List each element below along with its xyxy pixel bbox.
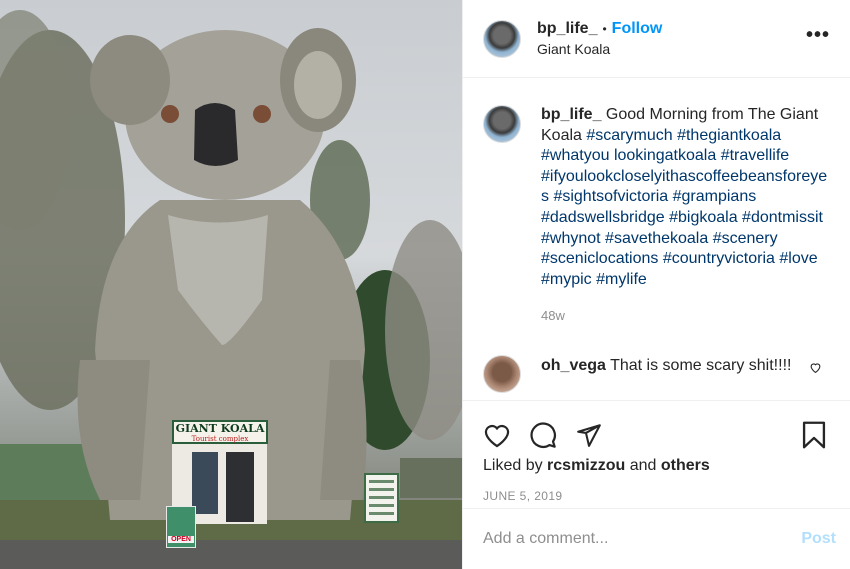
hashtag-link[interactable]: #savethekoala bbox=[605, 230, 708, 247]
hashtag-link[interactable]: #whatyou bbox=[541, 147, 610, 164]
action-icons bbox=[463, 401, 850, 457]
comment-like-icon[interactable] bbox=[809, 361, 822, 379]
open-sign-label: OPEN bbox=[168, 536, 194, 543]
hashtag-link[interactable]: #scarymuch bbox=[586, 127, 672, 144]
bookmark-icon[interactable] bbox=[802, 421, 826, 449]
comment-bubble-icon[interactable] bbox=[529, 421, 557, 449]
comment-body: oh_vega That is some scary shit!!!! bbox=[541, 357, 791, 375]
post-actions: Liked by rcsmizzou and others JUNE 5, 20… bbox=[463, 400, 850, 569]
comments-section: bp_life_ Good Morning from The Giant Koa… bbox=[463, 79, 850, 399]
commenter-avatar[interactable] bbox=[483, 354, 521, 393]
info-board bbox=[364, 473, 399, 523]
caption: bp_life_ Good Morning from The Giant Koa… bbox=[463, 79, 850, 327]
hashtag-link[interactable]: #love bbox=[779, 250, 817, 267]
hashtag-link[interactable]: #sceniclocations bbox=[541, 250, 658, 267]
caption-body: bp_life_ Good Morning from The Giant Koa… bbox=[541, 105, 830, 327]
hashtag-link[interactable]: #grampians bbox=[673, 188, 757, 205]
post-date[interactable]: JUNE 5, 2019 bbox=[463, 475, 850, 503]
liked-by-joiner: and bbox=[629, 457, 657, 474]
hashtag-link[interactable]: #bigkoala bbox=[669, 209, 738, 226]
author-username[interactable]: bp_life_ bbox=[537, 20, 597, 38]
open-sign: OPEN bbox=[166, 506, 196, 548]
caption-hashtags: #scarymuch #thegiantkoala #whatyou looki… bbox=[541, 127, 827, 288]
caption-avatar[interactable] bbox=[483, 105, 521, 143]
post-photo[interactable]: GIANT KOALA Tourist complex OPEN bbox=[0, 0, 462, 569]
giant-koala-sign: GIANT KOALA Tourist complex bbox=[172, 420, 268, 444]
caption-username[interactable]: bp_life_ bbox=[541, 106, 601, 123]
share-paper-plane-icon[interactable] bbox=[575, 422, 603, 448]
post-age[interactable]: 48w bbox=[541, 306, 830, 327]
post-header: bp_life_ • Follow Giant Koala ••• bbox=[463, 0, 850, 78]
sign-title: GIANT KOALA bbox=[175, 422, 265, 435]
hashtag-link[interactable]: #mypic bbox=[541, 271, 592, 288]
liked-by-others[interactable]: others bbox=[661, 457, 710, 474]
comment-text: That is some scary shit!!!! bbox=[610, 356, 792, 374]
hashtag-link[interactable]: #sightsofvictoria bbox=[553, 188, 668, 205]
hashtag-link[interactable]: #mylife bbox=[596, 271, 647, 288]
hashtag-link[interactable]: #travellife bbox=[721, 147, 789, 164]
hashtag-link[interactable]: #scenery bbox=[713, 230, 778, 247]
hashtag-link[interactable]: #thegiantkoala bbox=[677, 127, 781, 144]
post-sidebar: bp_life_ • Follow Giant Koala ••• bp_lif… bbox=[462, 0, 850, 569]
add-comment-input[interactable] bbox=[483, 530, 802, 548]
separator-dot: • bbox=[602, 22, 607, 36]
add-comment-bar: Post bbox=[463, 508, 850, 569]
comment-item: oh_vega That is some scary shit!!!! bbox=[463, 327, 850, 393]
hashtag-link[interactable]: #countryvictoria bbox=[663, 250, 775, 267]
likes-summary: Liked by rcsmizzou and others bbox=[463, 457, 850, 475]
hashtag-link[interactable]: #dontmissit bbox=[742, 209, 823, 226]
hashtag-link[interactable]: #dadswellsbridge bbox=[541, 209, 665, 226]
more-options-icon[interactable]: ••• bbox=[806, 24, 830, 47]
commenter-username[interactable]: oh_vega bbox=[541, 357, 606, 374]
author-avatar[interactable] bbox=[483, 19, 521, 58]
hashtag-link[interactable]: #whynot bbox=[541, 230, 601, 247]
liked-by-prefix: Liked by bbox=[483, 457, 543, 474]
instagram-post: GIANT KOALA Tourist complex OPEN bp_life… bbox=[0, 0, 850, 569]
like-heart-icon[interactable] bbox=[483, 422, 511, 448]
post-comment-button[interactable]: Post bbox=[801, 530, 836, 548]
location-link[interactable]: Giant Koala bbox=[537, 41, 806, 57]
hashtag-link[interactable]: lookingatkoala bbox=[614, 147, 716, 164]
liked-by-user[interactable]: rcsmizzou bbox=[547, 457, 625, 474]
sign-subtitle: Tourist complex bbox=[191, 435, 249, 443]
header-text: bp_life_ • Follow Giant Koala bbox=[537, 20, 806, 57]
follow-button[interactable]: Follow bbox=[612, 20, 663, 38]
